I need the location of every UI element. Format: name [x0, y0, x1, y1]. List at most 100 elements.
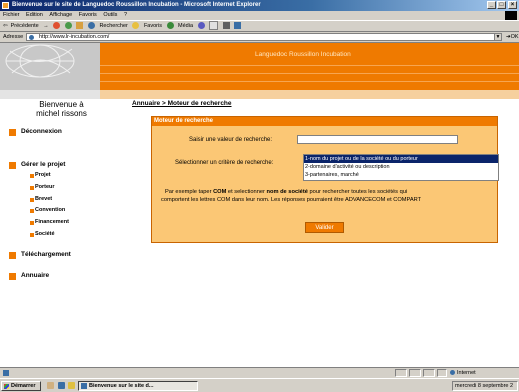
- window-title: Bienvenue sur le site de Languedoc Rouss…: [12, 2, 261, 8]
- bullet-icon: [9, 252, 16, 259]
- sidebar: [0, 99, 123, 366]
- welcome-line: Bienvenue à: [39, 100, 84, 109]
- go-button[interactable]: ➔OK: [506, 32, 519, 42]
- search-panel-header: Moteur de recherche: [152, 117, 497, 126]
- criteria-option[interactable]: 1-nom du projet ou de la société ou du p…: [304, 155, 498, 163]
- criteria-label: Sélectionner un critère de recherche:: [175, 160, 274, 166]
- forward-button[interactable]: →: [43, 23, 49, 29]
- media-label: Média: [178, 23, 194, 29]
- sidebar-item-download[interactable]: Téléchargement: [9, 251, 71, 259]
- taskbar-window-label: Bienvenue sur le site d...: [89, 383, 154, 389]
- print-icon[interactable]: [222, 22, 230, 30]
- bullet-icon: [30, 173, 34, 178]
- back-label: Précédente: [10, 23, 39, 29]
- refresh-icon[interactable]: [64, 22, 72, 30]
- history-icon[interactable]: [197, 22, 205, 30]
- criteria-option[interactable]: 2-domaine d'activité ou description: [304, 163, 498, 171]
- page-icon: [29, 35, 34, 40]
- bullet-icon: [9, 162, 16, 169]
- favorites-button[interactable]: Favoris: [132, 22, 162, 30]
- media-icon: [166, 22, 174, 30]
- banner-stripe: [100, 73, 519, 74]
- sidebar-item-label: Financement: [35, 219, 69, 225]
- search-button[interactable]: Rechercher: [87, 22, 128, 30]
- sidebar-subitem-brevet[interactable]: Brevet: [30, 196, 53, 202]
- start-label: Démarrer: [11, 383, 36, 389]
- ie-quicklaunch-icon[interactable]: [57, 382, 65, 389]
- zone-label: Internet: [457, 370, 476, 376]
- window-title-bar[interactable]: Bienvenue sur le site de Languedoc Rouss…: [0, 0, 519, 11]
- menu-help[interactable]: ?: [124, 12, 127, 18]
- menu-fichier[interactable]: Fichier: [3, 12, 20, 18]
- status-page-icon: [3, 370, 9, 376]
- security-zone: Internet: [450, 368, 476, 378]
- media-button[interactable]: Média: [166, 22, 194, 30]
- sidebar-item-label: Convention: [35, 207, 66, 213]
- banner-globe-icon: [5, 44, 75, 78]
- menu-affichage[interactable]: Affichage: [49, 12, 72, 18]
- go-label: OK: [510, 34, 519, 40]
- show-desktop-icon[interactable]: [47, 382, 54, 389]
- sidebar-subitem-porteur[interactable]: Porteur: [30, 184, 55, 190]
- bullet-icon: [30, 208, 34, 213]
- sidebar-item-label: Gérer le projet: [21, 161, 66, 168]
- sidebar-item-logout[interactable]: Déconnexion: [9, 128, 62, 136]
- menu-edition[interactable]: Edition: [26, 12, 43, 18]
- example-text: Par exemple taper: [165, 189, 214, 195]
- status-cell: [437, 369, 447, 377]
- sidebar-subitem-convention[interactable]: Convention: [30, 207, 66, 213]
- bullet-icon: [30, 232, 34, 237]
- minimize-button[interactable]: _: [487, 1, 496, 9]
- address-dropdown-icon[interactable]: ▼: [494, 33, 502, 41]
- breadcrumb[interactable]: Annuaire > Moteur de recherche: [132, 100, 232, 107]
- search-label: Rechercher: [99, 23, 128, 29]
- example-text-line2: comportent les lettres COM dans leur nom…: [161, 197, 422, 203]
- sidebar-subitem-financement[interactable]: Financement: [30, 219, 69, 225]
- sidebar-item-label: Brevet: [35, 196, 53, 202]
- menu-bar: Fichier Edition Affichage Favoris Outils…: [0, 11, 519, 20]
- menu-favoris[interactable]: Favoris: [79, 12, 97, 18]
- system-clock: mercredi 8 septembre 2: [452, 381, 518, 391]
- bullet-icon: [9, 273, 16, 280]
- windows-flag-icon: [4, 384, 9, 389]
- sidebar-item-label: Téléchargement: [21, 251, 71, 258]
- address-input[interactable]: http://www.lr-incubation.com/: [26, 33, 501, 41]
- banner-title: Languedoc Roussillon Incubation: [255, 51, 351, 58]
- favorites-label: Favoris: [143, 23, 162, 29]
- outlook-icon[interactable]: [68, 382, 76, 389]
- sidebar-item-label: Annuaire: [21, 272, 50, 279]
- banner-stripe: [100, 65, 519, 66]
- site-banner: Languedoc Roussillon Incubation: [0, 43, 519, 90]
- taskbar-window-button[interactable]: Bienvenue sur le site d...: [78, 381, 198, 391]
- maximize-button[interactable]: □: [497, 1, 506, 9]
- sidebar-item-label: Société: [35, 231, 55, 237]
- stop-icon[interactable]: [53, 22, 61, 30]
- criteria-listbox[interactable]: 1-nom du projet ou de la société ou du p…: [303, 154, 499, 181]
- example-text: pour rechercher toutes les sociétés qui: [307, 189, 408, 195]
- close-button[interactable]: ×: [508, 1, 517, 9]
- edit-icon[interactable]: [234, 22, 242, 30]
- sidebar-item-label: Déconnexion: [21, 128, 62, 135]
- address-bar: Adresse http://www.lr-incubation.com/ ▼ …: [0, 32, 519, 43]
- example-keyword: COM: [213, 189, 227, 195]
- sidebar-item-directory[interactable]: Annuaire: [9, 272, 50, 280]
- sidebar-item-manage-project[interactable]: Gérer le projet: [9, 161, 66, 169]
- bullet-icon: [9, 129, 16, 136]
- example-text-line1: Par exemple taper COM et selectionner no…: [165, 189, 407, 195]
- bullet-icon: [30, 185, 34, 190]
- bullet-icon: [30, 197, 34, 202]
- home-icon[interactable]: [76, 22, 84, 30]
- status-cell: [395, 369, 407, 377]
- submit-button[interactable]: Valider: [305, 222, 344, 233]
- menu-outils[interactable]: Outils: [103, 12, 117, 18]
- banner-stripe: [100, 81, 519, 82]
- sidebar-subitem-projet[interactable]: Projet: [30, 172, 51, 178]
- search-value-input[interactable]: [297, 135, 458, 144]
- ie-icon: [2, 2, 9, 9]
- sidebar-subitem-societe[interactable]: Société: [30, 231, 55, 237]
- criteria-option[interactable]: 3-partenaires, marché: [304, 171, 498, 179]
- start-button[interactable]: Démarrer: [1, 381, 41, 391]
- mail-icon[interactable]: [209, 21, 219, 31]
- back-button[interactable]: ⇦ Précédente: [3, 23, 39, 29]
- windows-logo-icon: [505, 11, 517, 20]
